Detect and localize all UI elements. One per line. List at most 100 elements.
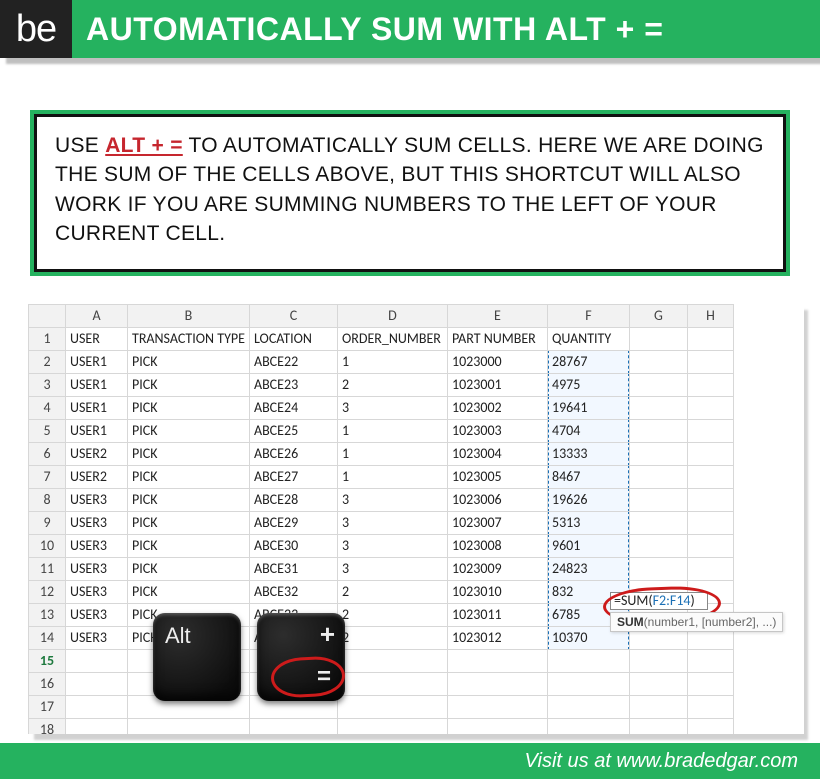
data-cell[interactable]: USER3 (66, 557, 128, 580)
row-header[interactable]: 10 (29, 534, 66, 557)
data-cell[interactable] (687, 442, 733, 465)
data-cell[interactable] (337, 695, 447, 718)
data-cell[interactable]: 1 (337, 465, 447, 488)
data-cell[interactable]: 1 (337, 442, 447, 465)
data-cell[interactable]: PICK (128, 442, 250, 465)
row-header[interactable]: 12 (29, 580, 66, 603)
data-cell[interactable] (547, 672, 629, 695)
data-cell[interactable]: USER3 (66, 511, 128, 534)
data-cell[interactable]: 1023012 (447, 626, 547, 649)
data-cell[interactable]: 19626 (547, 488, 629, 511)
data-cell[interactable]: ABCE30 (249, 534, 337, 557)
data-cell[interactable]: PICK (128, 465, 250, 488)
column-header[interactable]: G (629, 304, 687, 327)
data-cell[interactable]: 13333 (547, 442, 629, 465)
data-cell[interactable] (687, 396, 733, 419)
data-cell[interactable]: PICK (128, 488, 250, 511)
data-cell[interactable]: USER1 (66, 350, 128, 373)
data-cell[interactable] (629, 534, 687, 557)
row-header[interactable]: 15 (29, 649, 66, 672)
data-cell[interactable]: 3 (337, 534, 447, 557)
data-cell[interactable]: PICK (128, 580, 250, 603)
data-cell[interactable] (547, 695, 629, 718)
row-header[interactable]: 17 (29, 695, 66, 718)
data-cell[interactable]: 2 (337, 603, 447, 626)
row-header[interactable]: 7 (29, 465, 66, 488)
data-cell[interactable]: 1023000 (447, 350, 547, 373)
data-cell[interactable] (687, 695, 733, 718)
data-cell[interactable] (337, 718, 447, 734)
column-header[interactable]: H (687, 304, 733, 327)
data-cell[interactable]: 1023006 (447, 488, 547, 511)
row-header[interactable]: 8 (29, 488, 66, 511)
row-header[interactable]: 14 (29, 626, 66, 649)
data-cell[interactable] (687, 534, 733, 557)
data-cell[interactable]: 3 (337, 557, 447, 580)
data-cell[interactable]: ABCE31 (249, 557, 337, 580)
data-cell[interactable]: 2 (337, 580, 447, 603)
data-cell[interactable] (547, 718, 629, 734)
data-cell[interactable]: 1023003 (447, 419, 547, 442)
data-cell[interactable] (629, 373, 687, 396)
data-cell[interactable] (447, 649, 547, 672)
data-cell[interactable] (687, 419, 733, 442)
data-cell[interactable] (66, 672, 128, 695)
data-cell[interactable]: ABCE25 (249, 419, 337, 442)
data-cell[interactable]: 5313 (547, 511, 629, 534)
data-cell[interactable]: 1023001 (447, 373, 547, 396)
row-header[interactable]: 16 (29, 672, 66, 695)
data-cell[interactable] (66, 718, 128, 734)
data-cell[interactable] (629, 718, 687, 734)
data-cell[interactable] (629, 488, 687, 511)
data-cell[interactable]: USER3 (66, 488, 128, 511)
header-cell[interactable]: USER (66, 327, 128, 350)
data-cell[interactable]: 3 (337, 488, 447, 511)
row-header[interactable]: 5 (29, 419, 66, 442)
data-cell[interactable] (687, 488, 733, 511)
row-header[interactable]: 9 (29, 511, 66, 534)
header-cell[interactable] (629, 327, 687, 350)
data-cell[interactable]: 8467 (547, 465, 629, 488)
data-cell[interactable] (687, 373, 733, 396)
header-cell[interactable] (687, 327, 733, 350)
data-cell[interactable]: 19641 (547, 396, 629, 419)
data-cell[interactable] (687, 557, 733, 580)
data-cell[interactable] (629, 695, 687, 718)
data-cell[interactable]: 4704 (547, 419, 629, 442)
data-cell[interactable]: ABCE27 (249, 465, 337, 488)
data-cell[interactable]: USER2 (66, 442, 128, 465)
row-header[interactable]: 11 (29, 557, 66, 580)
data-cell[interactable] (447, 672, 547, 695)
data-cell[interactable] (687, 465, 733, 488)
data-cell[interactable]: PICK (128, 419, 250, 442)
header-cell[interactable]: QUANTITY (547, 327, 629, 350)
column-header[interactable]: D (337, 304, 447, 327)
row-header[interactable]: 2 (29, 350, 66, 373)
data-cell[interactable]: USER1 (66, 396, 128, 419)
column-header[interactable]: B (128, 304, 250, 327)
data-cell[interactable]: 1023008 (447, 534, 547, 557)
data-cell[interactable]: PICK (128, 373, 250, 396)
data-cell[interactable] (629, 396, 687, 419)
data-cell[interactable]: ABCE32 (249, 580, 337, 603)
header-cell[interactable]: LOCATION (249, 327, 337, 350)
data-cell[interactable] (629, 442, 687, 465)
data-cell[interactable] (629, 465, 687, 488)
data-cell[interactable] (249, 718, 337, 734)
data-cell[interactable] (66, 649, 128, 672)
data-cell[interactable]: 1 (337, 419, 447, 442)
data-cell[interactable] (629, 419, 687, 442)
data-cell[interactable]: PICK (128, 396, 250, 419)
data-cell[interactable]: 1023011 (447, 603, 547, 626)
data-cell[interactable]: 9601 (547, 534, 629, 557)
data-cell[interactable] (337, 672, 447, 695)
data-cell[interactable] (447, 695, 547, 718)
data-cell[interactable]: PICK (128, 350, 250, 373)
data-cell[interactable] (687, 672, 733, 695)
data-cell[interactable]: ABCE23 (249, 373, 337, 396)
data-cell[interactable]: USER1 (66, 419, 128, 442)
data-cell[interactable]: 24823 (547, 557, 629, 580)
header-cell[interactable]: PART NUMBER (447, 327, 547, 350)
active-formula-cell[interactable]: =SUM(F2:F14) (610, 592, 708, 610)
data-cell[interactable]: ABCE28 (249, 488, 337, 511)
